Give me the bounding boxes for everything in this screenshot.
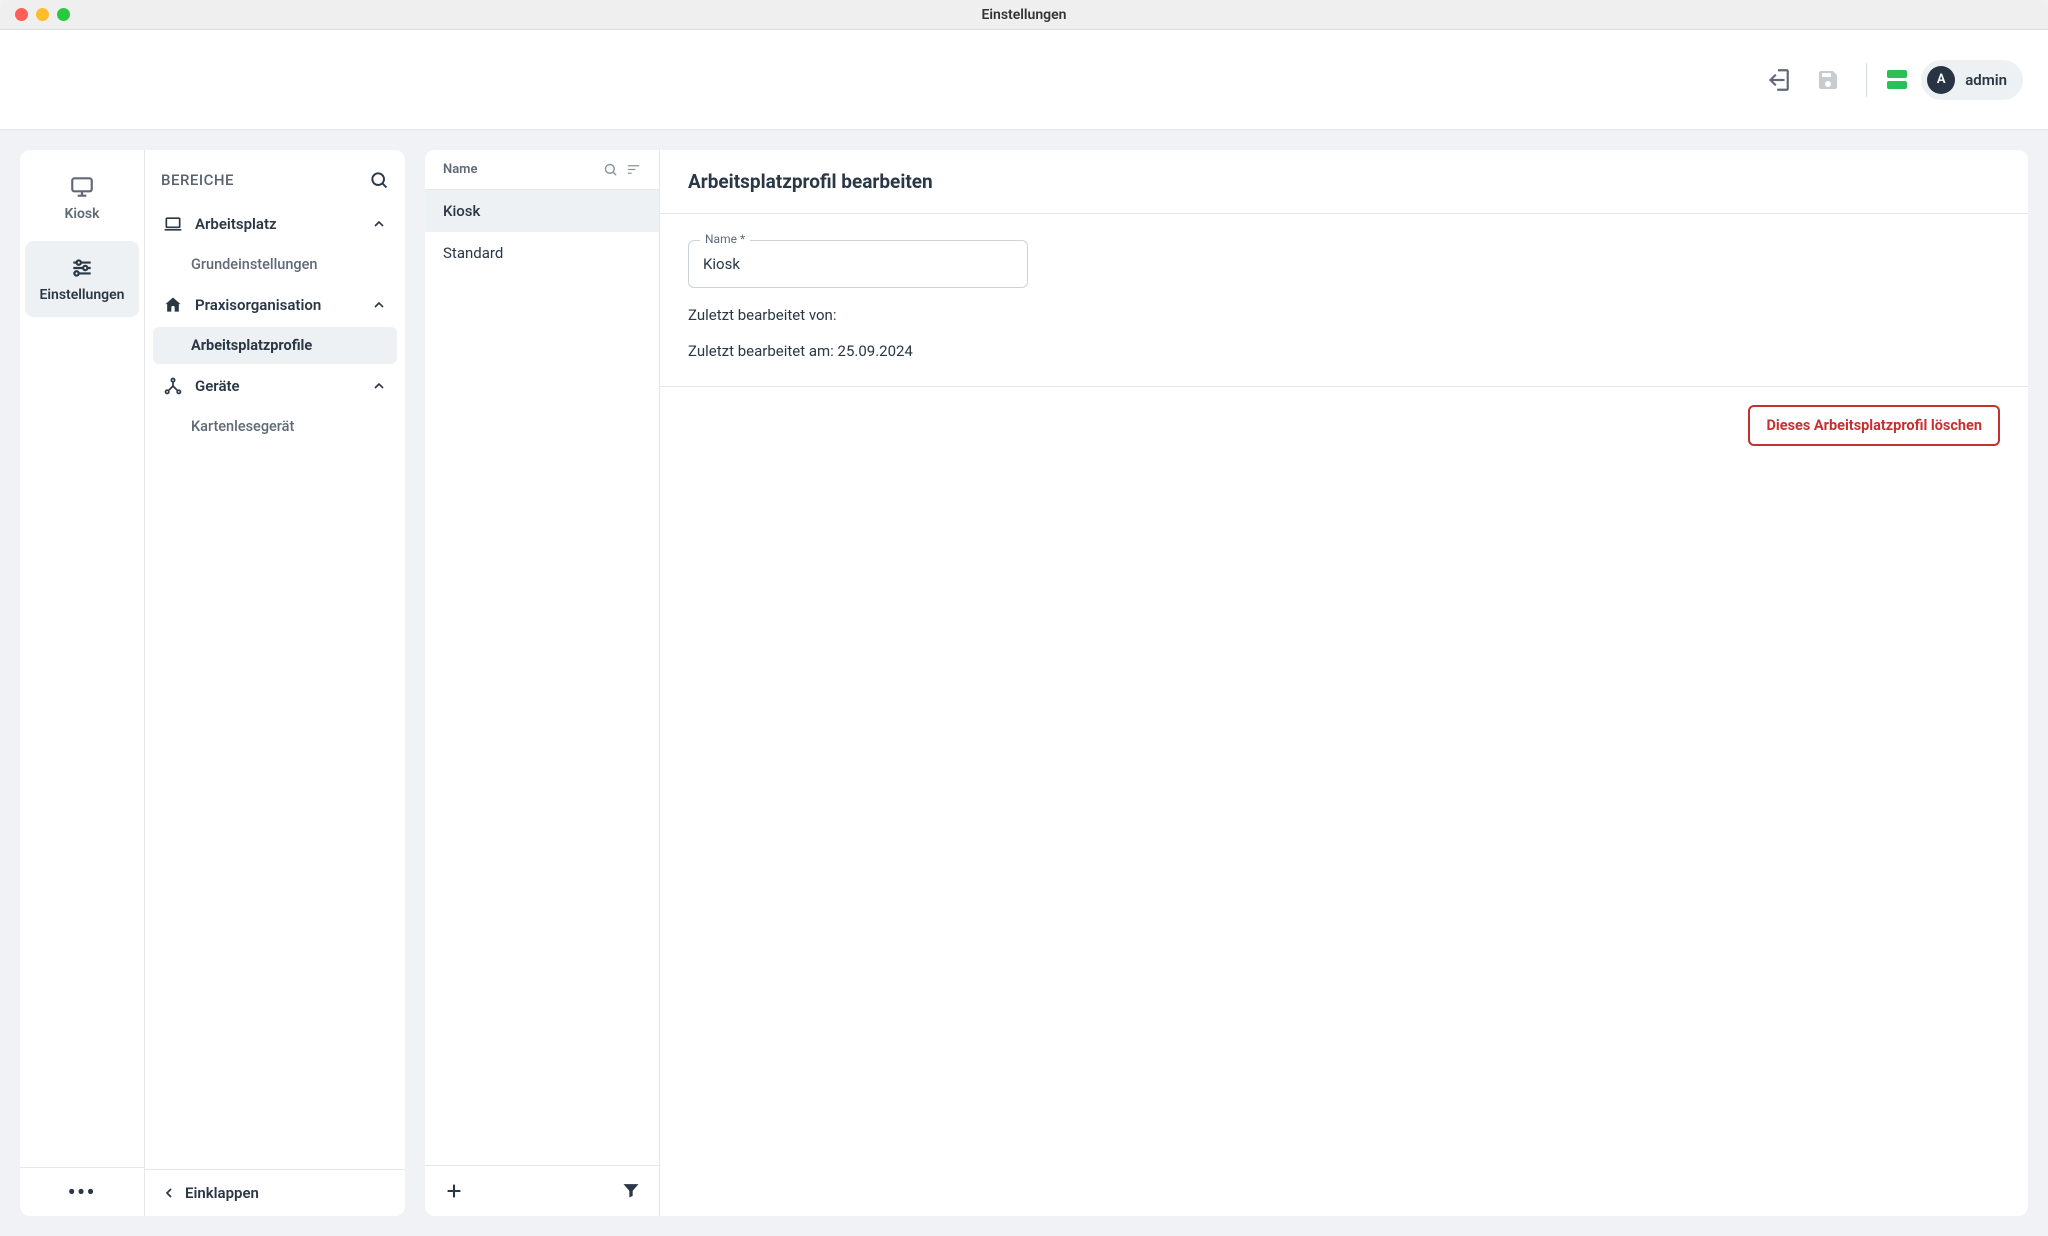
chevron-up-icon (371, 216, 387, 232)
chevron-up-icon (371, 297, 387, 313)
avatar-initial: A (1937, 72, 1946, 87)
nav-tree-title: BEREICHE (161, 171, 234, 189)
list-header: Name (425, 150, 659, 190)
tree-section-label: Geräte (195, 377, 240, 395)
delete-button-label: Dieses Arbeitsplatzprofil löschen (1766, 417, 1982, 434)
list-header-actions (603, 162, 641, 177)
tune-icon (69, 255, 95, 281)
add-button[interactable] (443, 1180, 465, 1202)
exit-icon (1765, 67, 1791, 93)
chevron-left-icon (161, 1185, 177, 1201)
tree-section-label: Praxisorganisation (195, 296, 321, 314)
list-item[interactable]: Kiosk (425, 190, 659, 232)
nav-rail: Kiosk Einstellungen ••• (20, 150, 145, 1216)
chevron-up-icon (371, 378, 387, 394)
nav-rail-label: Einstellungen (39, 287, 124, 303)
collapse-sidebar-button[interactable]: Einklappen (145, 1169, 405, 1216)
laptop-icon (163, 214, 183, 234)
tree-section-label: Arbeitsplatz (195, 215, 277, 233)
user-menu-button[interactable]: A admin (1921, 60, 2023, 100)
list-column: Name Kiosk (425, 150, 660, 1216)
tree-sub-label: Grundeinstellungen (191, 256, 318, 273)
last-edited-at-value: 25.09.2024 (838, 342, 913, 360)
delete-profile-button[interactable]: Dieses Arbeitsplatzprofil löschen (1748, 405, 2000, 446)
nav-tree-body: Arbeitsplatz Grundeinstellungen (145, 202, 405, 1169)
app-window: Einstellungen (0, 0, 2048, 1236)
user-name-label: admin (1965, 71, 2007, 89)
name-field-label: Name * (700, 232, 750, 246)
connection-status-button[interactable] (1887, 70, 1907, 89)
nav-tree-header: BEREICHE (145, 150, 405, 202)
sort-icon[interactable] (626, 162, 641, 177)
list-item-label: Standard (443, 244, 503, 262)
save-profile-button[interactable] (1810, 62, 1846, 98)
nav-rail-item-kiosk[interactable]: Kiosk (25, 160, 139, 236)
traffic-lights (15, 8, 70, 21)
last-edited-by-label: Zuletzt bearbeitet von: (688, 306, 836, 324)
tree-sub-arbeitsplatzprofile[interactable]: Arbeitsplatzprofile (153, 327, 397, 364)
tree-sub-kartenlesegeraet[interactable]: Kartenlesegerät (153, 408, 397, 445)
main-area: Kiosk Einstellungen ••• (0, 130, 2048, 1236)
fullscreen-window-button[interactable] (57, 8, 70, 21)
close-window-button[interactable] (15, 8, 28, 21)
mac-titlebar: Einstellungen (0, 0, 2048, 30)
list-item-label: Kiosk (443, 202, 480, 220)
nav-rail-label: Kiosk (64, 206, 99, 222)
search-icon[interactable] (369, 170, 389, 190)
collapse-label: Einklappen (185, 1184, 259, 1202)
avatar: A (1927, 66, 1955, 94)
nav-rail-items: Kiosk Einstellungen (20, 150, 144, 1167)
filter-button[interactable] (621, 1180, 641, 1202)
logout-button[interactable] (1760, 62, 1796, 98)
header-separator (1866, 63, 1867, 97)
tree-sub-label: Kartenlesegerät (191, 418, 294, 435)
status-bar-top (1887, 70, 1907, 78)
more-button[interactable]: ••• (68, 1180, 96, 1204)
app-body: A admin Kiosk (0, 30, 2048, 1236)
name-input[interactable] (688, 240, 1028, 288)
top-header: A admin (0, 30, 2048, 130)
tree-section-arbeitsplatz[interactable]: Arbeitsplatz (153, 202, 397, 246)
detail-footer: Dieses Arbeitsplatzprofil löschen (660, 387, 2028, 464)
nav-rail-footer: ••• (20, 1167, 144, 1216)
tree-sub-label: Arbeitsplatzprofile (191, 337, 312, 354)
detail-heading: Arbeitsplatzprofil bearbeiten (688, 170, 2000, 193)
header-icon-group: A admin (1760, 60, 2023, 100)
home-heart-icon (163, 295, 183, 315)
tree-sub-grundeinstellungen[interactable]: Grundeinstellungen (153, 246, 397, 283)
search-icon[interactable] (603, 162, 618, 177)
tree-section-praxisorganisation[interactable]: Praxisorganisation (153, 283, 397, 327)
window-title: Einstellungen (981, 7, 1066, 23)
last-edited-by: Zuletzt bearbeitet von: (688, 306, 2000, 324)
left-card: Kiosk Einstellungen ••• (20, 150, 405, 1216)
minimize-window-button[interactable] (36, 8, 49, 21)
nav-rail-item-settings[interactable]: Einstellungen (25, 241, 139, 317)
monitor-icon (69, 174, 95, 200)
last-edited-at-label: Zuletzt bearbeitet am: (688, 342, 834, 360)
list-column-header: Name (443, 162, 477, 177)
save-icon (1816, 68, 1840, 92)
detail-body: Name * Zuletzt bearbeitet von: Zuletzt b… (660, 214, 2028, 387)
nav-tree: BEREICHE Arbeitsplatz (145, 150, 405, 1216)
tree-section-geraete[interactable]: Geräte (153, 364, 397, 408)
name-field-wrap: Name * (688, 240, 1028, 288)
list-item[interactable]: Standard (425, 232, 659, 274)
hub-icon (163, 376, 183, 396)
last-edited-at: Zuletzt bearbeitet am: 25.09.2024 (688, 342, 2000, 360)
content-card: Name Kiosk (425, 150, 2028, 1216)
detail-column: Arbeitsplatzprofil bearbeiten Name * Zul… (660, 150, 2028, 1216)
list-body: Kiosk Standard (425, 190, 659, 1165)
detail-header: Arbeitsplatzprofil bearbeiten (660, 150, 2028, 214)
status-bar-bottom (1887, 81, 1907, 89)
list-footer (425, 1165, 659, 1216)
